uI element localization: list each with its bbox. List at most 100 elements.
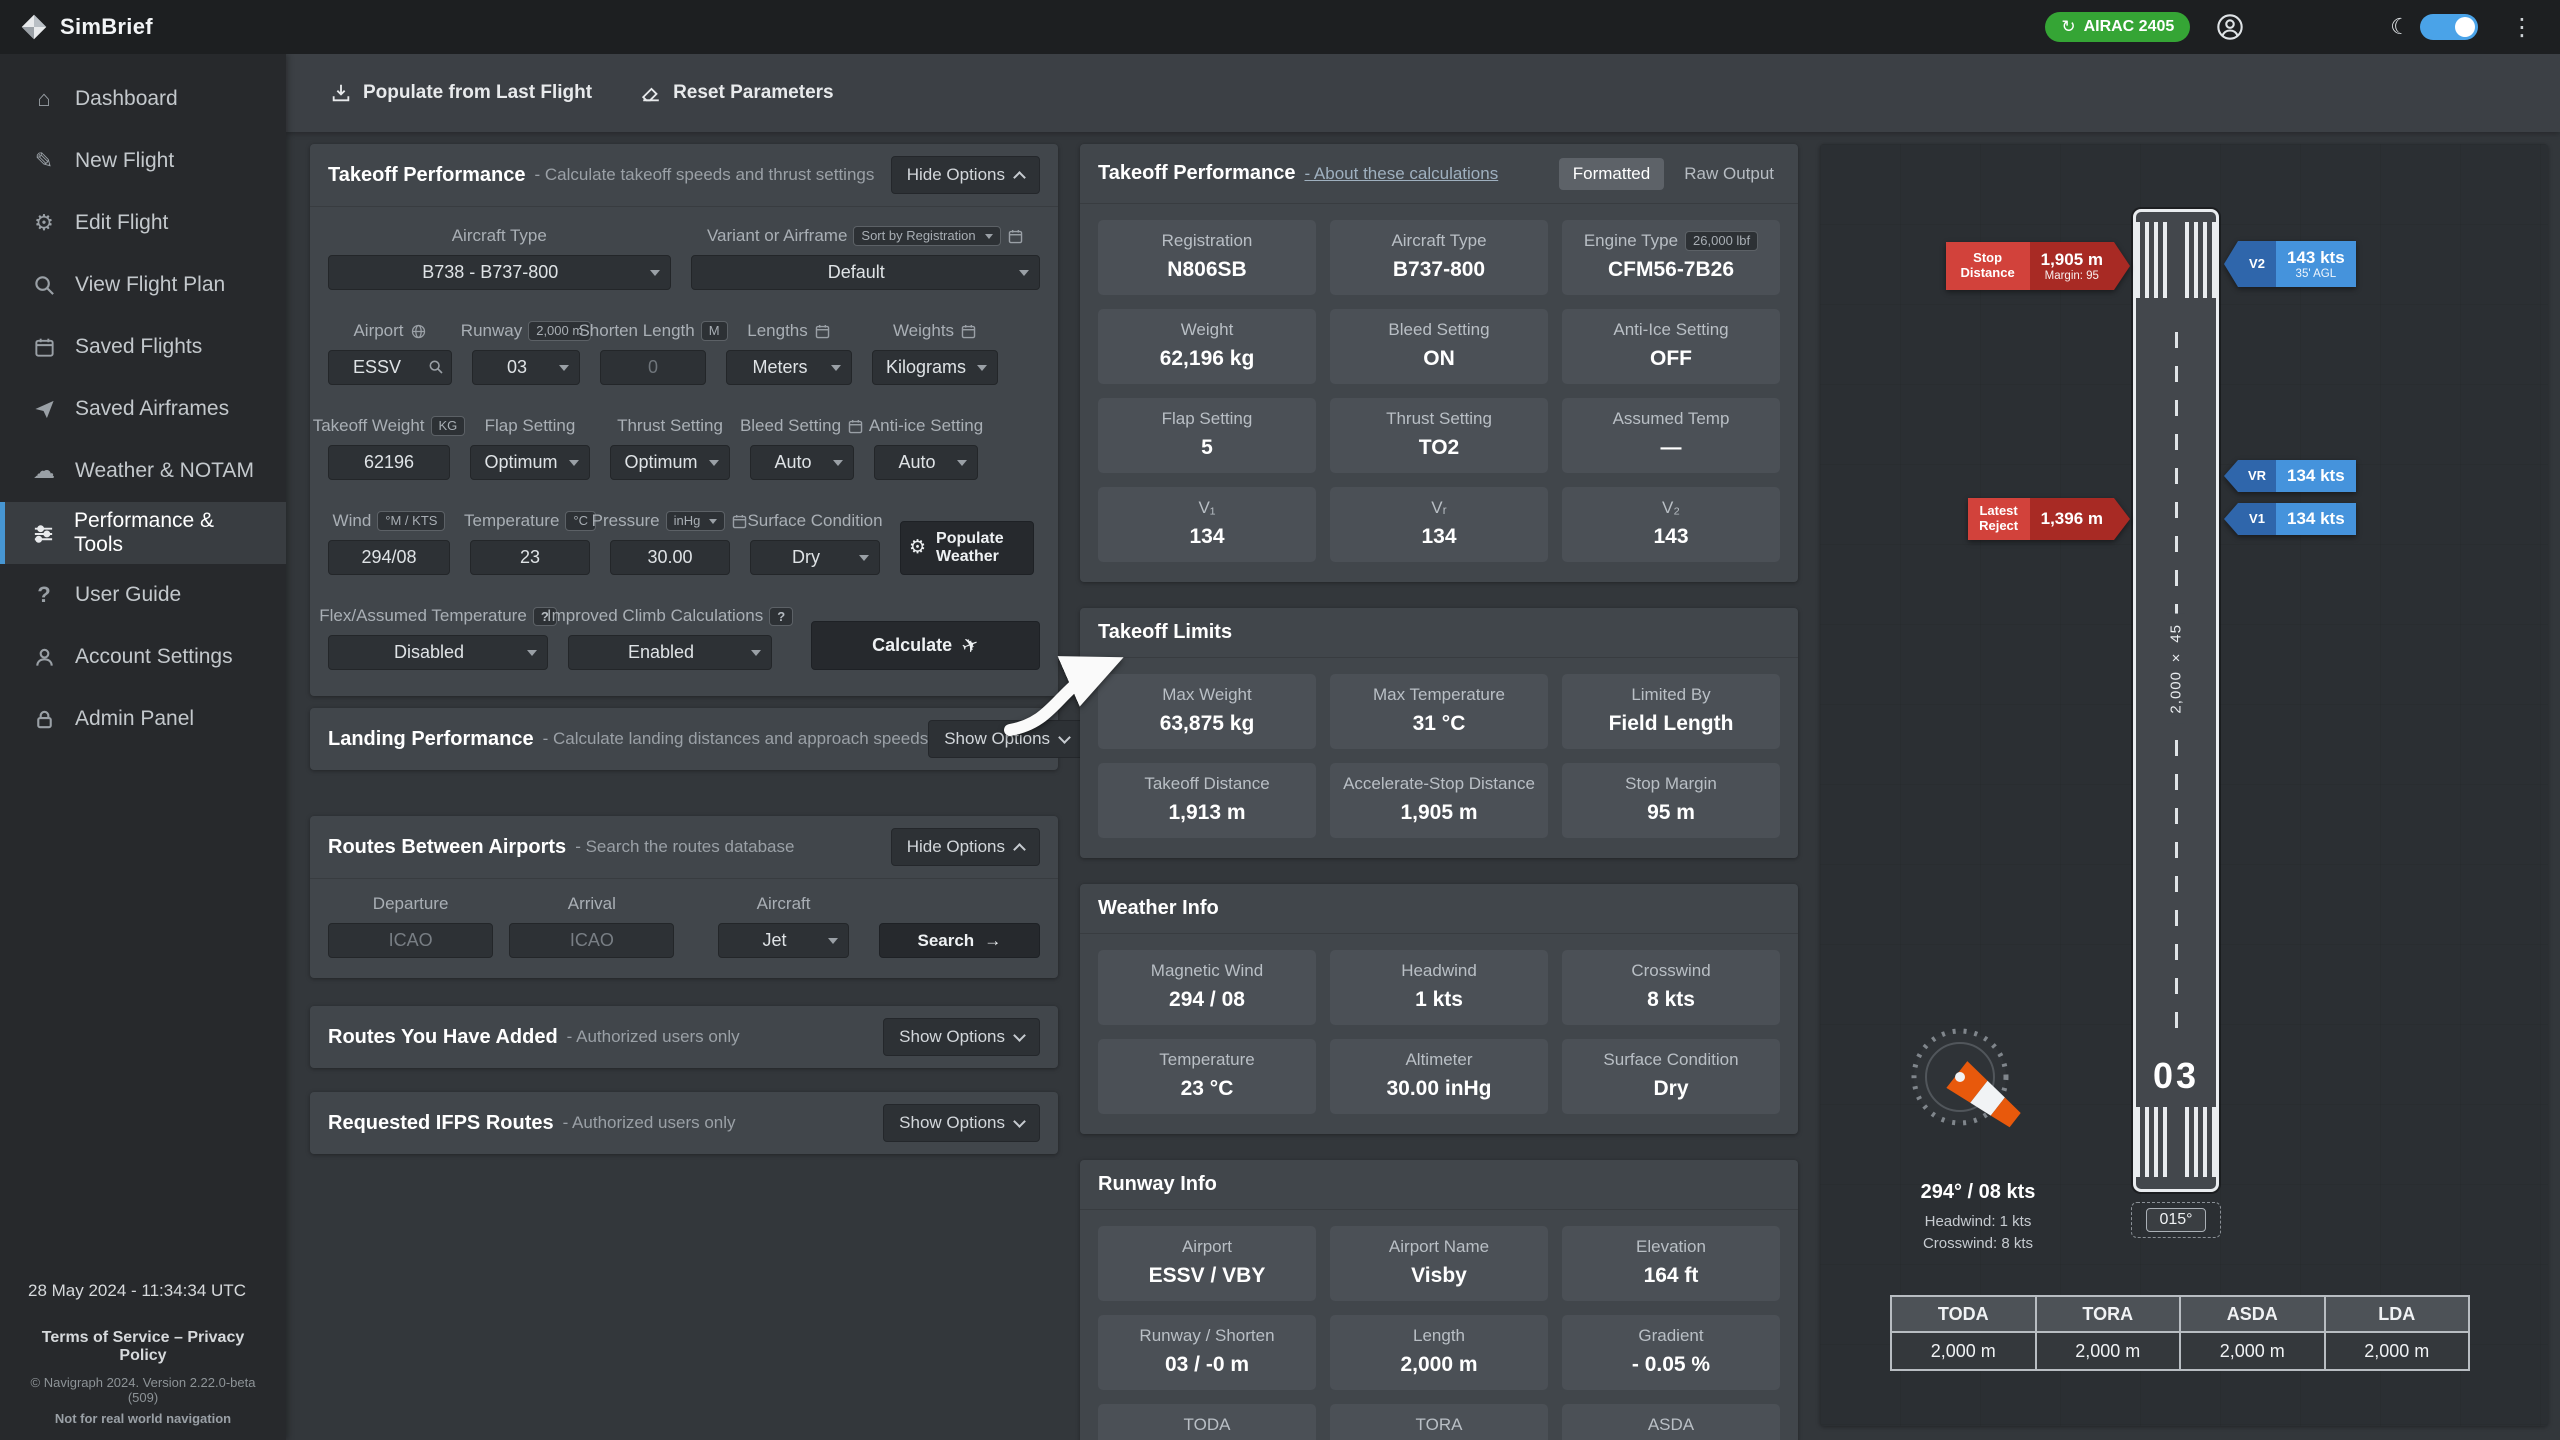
populate-weather-button[interactable]: ⚙ Populate Weather xyxy=(900,521,1034,575)
sidebar-item-edit-flight[interactable]: ⚙ Edit Flight xyxy=(0,192,286,254)
result-cell: Max Weight 63,875 kg xyxy=(1098,674,1316,749)
chevron-down-icon xyxy=(859,555,869,561)
calendar-icon[interactable] xyxy=(731,513,748,530)
airac-label: AIRAC 2405 xyxy=(2084,18,2175,36)
cell-value: OFF xyxy=(1650,347,1692,371)
about-calculations-link[interactable]: - About these calculations xyxy=(1304,164,1498,184)
populate-last-flight-button[interactable]: Populate from Last Flight xyxy=(330,82,592,104)
help-icon[interactable]: ? xyxy=(769,607,793,626)
show-options-button[interactable]: Show Options xyxy=(883,1104,1040,1142)
airac-badge[interactable]: ↻ AIRAC 2405 xyxy=(2045,12,2190,42)
moon-icon: ☾ xyxy=(2390,14,2410,40)
show-options-button[interactable]: Show Options xyxy=(883,1018,1040,1056)
calendar-icon xyxy=(29,336,59,359)
show-options-button[interactable]: Show Options xyxy=(928,720,1085,758)
cell-label: Vᵣ xyxy=(1431,498,1446,518)
search-icon xyxy=(29,274,59,297)
sort-select[interactable]: Sort by Registration xyxy=(853,226,1000,246)
calendar-icon[interactable] xyxy=(1007,228,1024,245)
sidebar-item-performance-tools[interactable]: Performance & Tools xyxy=(0,502,286,564)
toggle-knob xyxy=(2455,17,2475,37)
departure-input[interactable] xyxy=(328,923,493,958)
panel-subtitle: - Calculate takeoff speeds and thrust se… xyxy=(534,165,874,185)
thrust-setting-select[interactable]: Optimum xyxy=(610,445,730,480)
wind-input[interactable] xyxy=(328,540,450,575)
temperature-input[interactable] xyxy=(470,540,590,575)
surface-condition-select[interactable]: Dry xyxy=(750,540,880,575)
flap-setting-select[interactable]: Optimum xyxy=(470,445,590,480)
result-cell: Stop Margin 95 m xyxy=(1562,763,1780,838)
sidebar-item-new-flight[interactable]: ✎ New Flight xyxy=(0,130,286,192)
shorten-length-input[interactable] xyxy=(600,350,706,385)
cell-badge: 26,000 lbf xyxy=(1685,231,1758,251)
hide-options-button[interactable]: Hide Options xyxy=(891,828,1040,866)
calculate-button[interactable]: Calculate ✈ xyxy=(811,621,1040,670)
ifps-routes-panel: Requested IFPS Routes - Authorized users… xyxy=(310,1092,1058,1154)
runway-number: 03 xyxy=(2136,1055,2216,1097)
result-cell: ASDA 2,000 m xyxy=(1562,1404,1780,1440)
runway-select[interactable]: 03 xyxy=(472,350,580,385)
takeoff-weight-input[interactable] xyxy=(328,445,450,480)
reset-parameters-button[interactable]: Reset Parameters xyxy=(640,82,834,104)
actions-toolbar: Populate from Last Flight Reset Paramete… xyxy=(286,54,2560,132)
sidebar-item-saved-airframes[interactable]: Saved Airframes xyxy=(0,378,286,440)
sidebar-item-user-guide[interactable]: ? User Guide xyxy=(0,564,286,626)
calendar-icon[interactable] xyxy=(814,323,831,340)
variant-select[interactable]: Default xyxy=(691,255,1040,290)
calendar-icon[interactable] xyxy=(960,323,977,340)
result-cell: Aircraft Type B737-800 xyxy=(1330,220,1548,295)
arrival-input[interactable] xyxy=(509,923,674,958)
chevron-down-icon xyxy=(1058,731,1071,744)
hide-options-button[interactable]: Hide Options xyxy=(891,156,1040,194)
result-cell: Anti-Ice Setting OFF xyxy=(1562,309,1780,384)
lengths-select[interactable]: Meters xyxy=(726,350,852,385)
improved-climb-select[interactable]: Enabled xyxy=(568,635,772,670)
aircraft-type-select[interactable]: B738 - B737-800 xyxy=(328,255,671,290)
headwind-text: Headwind: 1 kts xyxy=(1858,1211,2098,1233)
sidebar-item-account-settings[interactable]: Account Settings xyxy=(0,626,286,688)
account-icon[interactable] xyxy=(2216,13,2244,41)
kebab-menu-icon[interactable]: ⋮ xyxy=(2504,13,2540,42)
runway-heading-box: 015° xyxy=(2131,1202,2221,1238)
sidebar-item-dashboard[interactable]: ⌂ Dashboard xyxy=(0,68,286,130)
chevron-down-icon xyxy=(650,270,660,276)
terms-link[interactable]: Terms of Service xyxy=(42,1329,170,1346)
improved-climb-label: Improved Climb Calculations xyxy=(547,606,763,626)
chevron-down-icon xyxy=(1013,1029,1026,1042)
aircraft-category-select[interactable]: Jet xyxy=(718,923,848,958)
sidebar-item-saved-flights[interactable]: Saved Flights xyxy=(0,316,286,378)
calendar-icon[interactable] xyxy=(847,418,864,435)
chevron-up-icon xyxy=(1013,843,1026,856)
vr-flag: VR 134 kts xyxy=(2224,460,2356,492)
search-routes-button[interactable]: Search → xyxy=(879,923,1040,958)
sidebar-item-weather-notam[interactable]: ☁ Weather & NOTAM xyxy=(0,440,286,502)
bleed-setting-select[interactable]: Auto xyxy=(750,445,854,480)
antiice-setting-select[interactable]: Auto xyxy=(874,445,978,480)
raw-output-button[interactable]: Raw Output xyxy=(1678,158,1780,190)
runway-visualization-panel: 2,000 × 45 03 Stop Distance 1,905 m Marg… xyxy=(1820,144,2548,1426)
cell-label: Assumed Temp xyxy=(1613,409,1730,429)
table-cell-asda: 2,000 m xyxy=(2180,1332,2325,1370)
cell-value: 143 xyxy=(1653,525,1688,549)
flex-temp-label: Flex/Assumed Temperature xyxy=(319,606,527,626)
search-icon[interactable] xyxy=(428,359,444,375)
weather-info-panel: Weather Info Magnetic Wind 294 / 08 Head… xyxy=(1080,884,1798,1134)
antiice-setting-label: Anti-ice Setting xyxy=(869,416,983,436)
pressure-input[interactable] xyxy=(610,540,730,575)
weights-select[interactable]: Kilograms xyxy=(872,350,998,385)
cell-label: Weight xyxy=(1181,320,1234,340)
result-cell: Accelerate-Stop Distance 1,905 m xyxy=(1330,763,1548,838)
wind-summary: 294° / 08 kts Headwind: 1 kts Crosswind:… xyxy=(1858,1181,2098,1255)
result-cell: Headwind 1 kts xyxy=(1330,950,1548,1025)
flex-temp-select[interactable]: Disabled xyxy=(328,635,548,670)
sidebar-item-admin-panel[interactable]: Admin Panel xyxy=(0,688,286,750)
formatted-button[interactable]: Formatted xyxy=(1559,158,1664,190)
sidebar-item-view-flight-plan[interactable]: View Flight Plan xyxy=(0,254,286,316)
result-cell: Flap Setting 5 xyxy=(1098,398,1316,473)
chevron-down-icon xyxy=(1013,1115,1026,1128)
dark-mode-toggle[interactable] xyxy=(2420,14,2478,40)
flag-pointer xyxy=(2224,460,2238,492)
table-row: 2,000 m 2,000 m 2,000 m 2,000 m xyxy=(1891,1332,2469,1370)
cell-label: V₂ xyxy=(1662,498,1680,518)
pressure-unit-select[interactable]: inHg xyxy=(666,511,726,531)
